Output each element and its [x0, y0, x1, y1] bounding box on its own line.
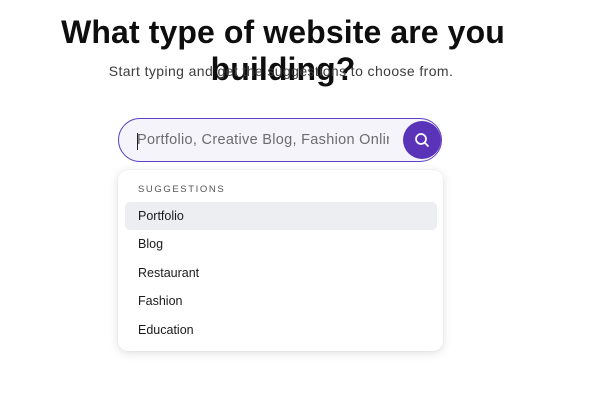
- search-button[interactable]: [403, 121, 441, 159]
- text-caret: [137, 133, 138, 150]
- suggestion-item-restaurant[interactable]: Restaurant: [125, 259, 437, 287]
- page-subtitle: Start typing and get the suggestions to …: [108, 63, 454, 79]
- suggestions-dropdown: SUGGESTIONS Portfolio Blog Restaurant Fa…: [118, 170, 443, 351]
- suggestion-item-blog[interactable]: Blog: [125, 230, 437, 258]
- search-bar: [118, 118, 442, 162]
- suggestions-header: SUGGESTIONS: [138, 184, 226, 195]
- search-input[interactable]: [119, 119, 389, 161]
- search-icon: [414, 132, 430, 148]
- suggestion-item-portfolio[interactable]: Portfolio: [125, 202, 437, 230]
- suggestion-item-education[interactable]: Education: [125, 316, 437, 344]
- page: What type of website are you building? S…: [0, 0, 600, 403]
- suggestion-item-fashion[interactable]: Fashion: [125, 287, 437, 315]
